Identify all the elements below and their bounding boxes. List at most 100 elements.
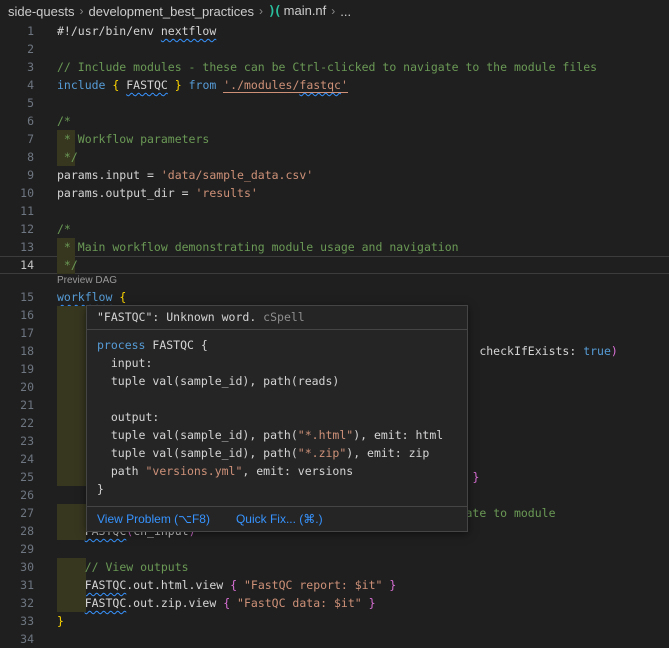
code-token: } bbox=[389, 578, 396, 592]
code-token: 'data/sample_data.csv' bbox=[161, 168, 313, 182]
code-token: .out.zip.view bbox=[126, 596, 223, 610]
line-number: 31 bbox=[0, 576, 34, 594]
code-line-content: /* bbox=[57, 220, 71, 238]
code-line-content: FASTQC.out.html.view { "FastQC report: $… bbox=[57, 576, 396, 594]
code-token: /* bbox=[57, 222, 71, 236]
line-number: 4 bbox=[0, 76, 34, 94]
code-line[interactable]: 3 // Include modules - these can be Ctrl-… bbox=[0, 58, 669, 76]
code-line-content: */ bbox=[57, 148, 78, 166]
quick-fix-link[interactable]: Quick Fix... (⌘.) bbox=[236, 512, 323, 526]
code-line[interactable]: 2 bbox=[0, 40, 669, 58]
breadcrumb-item-side-quests[interactable]: side-quests bbox=[8, 4, 74, 19]
code-token: 'results' bbox=[195, 186, 257, 200]
code-line[interactable]: 30 // View outputs bbox=[0, 558, 669, 576]
line-number: 34 bbox=[0, 630, 34, 648]
code-line[interactable]: 9params.input = 'data/sample_data.csv' bbox=[0, 166, 669, 184]
code-token: FASTQC bbox=[85, 578, 127, 592]
code-token: from bbox=[189, 78, 224, 92]
line-number: 8 bbox=[0, 148, 34, 166]
breadcrumb: side-quests›development_best_practices›)… bbox=[0, 0, 669, 22]
module-link[interactable]: ' bbox=[341, 78, 348, 93]
code-line[interactable]: 13 * Main workflow demonstrating module … bbox=[0, 238, 669, 256]
line-number: 1 bbox=[0, 22, 34, 40]
code-line[interactable]: 33} bbox=[0, 612, 669, 630]
code-line[interactable]: 10params.output_dir = 'results' bbox=[0, 184, 669, 202]
hover-code-line: path "versions.yml", emit: versions bbox=[97, 462, 457, 480]
code-line[interactable]: 8 */ bbox=[0, 148, 669, 166]
line-number: 3 bbox=[0, 58, 34, 76]
code-line[interactable]: 32 FASTQC.out.zip.view { "FastQC data: $… bbox=[0, 594, 669, 612]
line-number: 10 bbox=[0, 184, 34, 202]
breadcrumb-item-main-nf[interactable]: )( main.nf bbox=[268, 3, 326, 19]
code-token bbox=[57, 596, 85, 610]
code-line[interactable]: 12 /* bbox=[0, 220, 669, 238]
codelens-row: Preview DAG bbox=[0, 274, 669, 288]
line-number: 27 bbox=[0, 504, 34, 522]
codelens-preview-dag[interactable]: Preview DAG bbox=[57, 275, 117, 286]
code-line[interactable]: 29 bbox=[0, 540, 669, 558]
line-number: 32 bbox=[0, 594, 34, 612]
code-token: , emit: versions bbox=[242, 464, 353, 478]
line-number: 6 bbox=[0, 112, 34, 130]
code-line[interactable]: 7 * Workflow parameters bbox=[0, 130, 669, 148]
breadcrumb-label: side-quests bbox=[8, 4, 74, 19]
indent-highlight bbox=[57, 378, 86, 396]
code-line[interactable]: 5 bbox=[0, 94, 669, 112]
hover-code-line: output: bbox=[97, 408, 457, 426]
line-number: 26 bbox=[0, 486, 34, 504]
view-problem-link[interactable]: View Problem (⌥F8) bbox=[97, 512, 210, 526]
breadcrumb-item--[interactable]: ... bbox=[340, 4, 351, 19]
code-line-content: include { FASTQC } from './modules/fastq… bbox=[57, 76, 348, 94]
code-token: */ bbox=[57, 258, 78, 272]
code-line[interactable]: 11 bbox=[0, 202, 669, 220]
code-line-content: /* bbox=[57, 112, 71, 130]
line-number: 17 bbox=[0, 324, 34, 342]
module-link[interactable]: fastqc bbox=[299, 78, 341, 93]
code-line[interactable]: 4 include { FASTQC } from './modules/fast… bbox=[0, 76, 669, 94]
code-token: "*.zip" bbox=[298, 446, 346, 460]
code-line-content: // View outputs bbox=[57, 558, 189, 576]
line-number: 20 bbox=[0, 378, 34, 396]
code-token: tuple val(sample_id), path( bbox=[97, 446, 298, 460]
code-token: path bbox=[97, 464, 145, 478]
line-number: 2 bbox=[0, 40, 34, 58]
code-line[interactable]: 6 /* bbox=[0, 112, 669, 130]
indent-highlight bbox=[57, 450, 86, 468]
code-token: { bbox=[119, 290, 126, 304]
code-line[interactable]: 1#!/usr/bin/env nextflow bbox=[0, 22, 669, 40]
indent-highlight bbox=[57, 324, 86, 342]
nextflow-icon: )( bbox=[268, 4, 280, 19]
code-token bbox=[57, 578, 85, 592]
hover-code-preview: process FASTQC { input: tuple val(sample… bbox=[87, 330, 467, 506]
code-token: } bbox=[369, 596, 376, 610]
code-token: nextflow bbox=[161, 24, 216, 38]
code-line[interactable]: 15workflow { bbox=[0, 288, 669, 306]
hover-code-line bbox=[97, 390, 457, 408]
code-line[interactable]: 14 */ bbox=[0, 256, 669, 274]
code-line-content: FASTQC.out.zip.view { "FastQC data: $it"… bbox=[57, 594, 376, 612]
hover-actions: View Problem (⌥F8) Quick Fix... (⌘.) bbox=[87, 506, 467, 531]
module-link[interactable]: './modules/ bbox=[223, 78, 299, 93]
code-token: // Include modules - these can be Ctrl-c… bbox=[57, 60, 597, 74]
hover-problem-message: "FASTQC": Unknown word. cSpell bbox=[87, 306, 467, 330]
code-token: ) bbox=[611, 344, 618, 358]
line-number: 12 bbox=[0, 220, 34, 238]
code-token: FASTQC bbox=[126, 78, 168, 92]
code-token: FASTQC { bbox=[152, 338, 207, 352]
line-number: 23 bbox=[0, 432, 34, 450]
code-token: process bbox=[97, 338, 152, 352]
code-line-content: } bbox=[57, 612, 64, 630]
line-number: 29 bbox=[0, 540, 34, 558]
breadcrumb-label: development_best_practices bbox=[88, 4, 254, 19]
code-line[interactable]: 31 FASTQC.out.html.view { "FastQC report… bbox=[0, 576, 669, 594]
line-number: 24 bbox=[0, 450, 34, 468]
line-number: 22 bbox=[0, 414, 34, 432]
line-number: 5 bbox=[0, 94, 34, 112]
code-token: } bbox=[472, 470, 479, 484]
code-line[interactable]: 34 bbox=[0, 630, 669, 648]
breadcrumb-item-development-best-practices[interactable]: development_best_practices bbox=[88, 4, 254, 19]
hover-code-line: input: bbox=[97, 354, 457, 372]
line-number: 28 bbox=[0, 522, 34, 540]
line-number: 18 bbox=[0, 342, 34, 360]
breadcrumb-label: main.nf bbox=[284, 3, 327, 18]
